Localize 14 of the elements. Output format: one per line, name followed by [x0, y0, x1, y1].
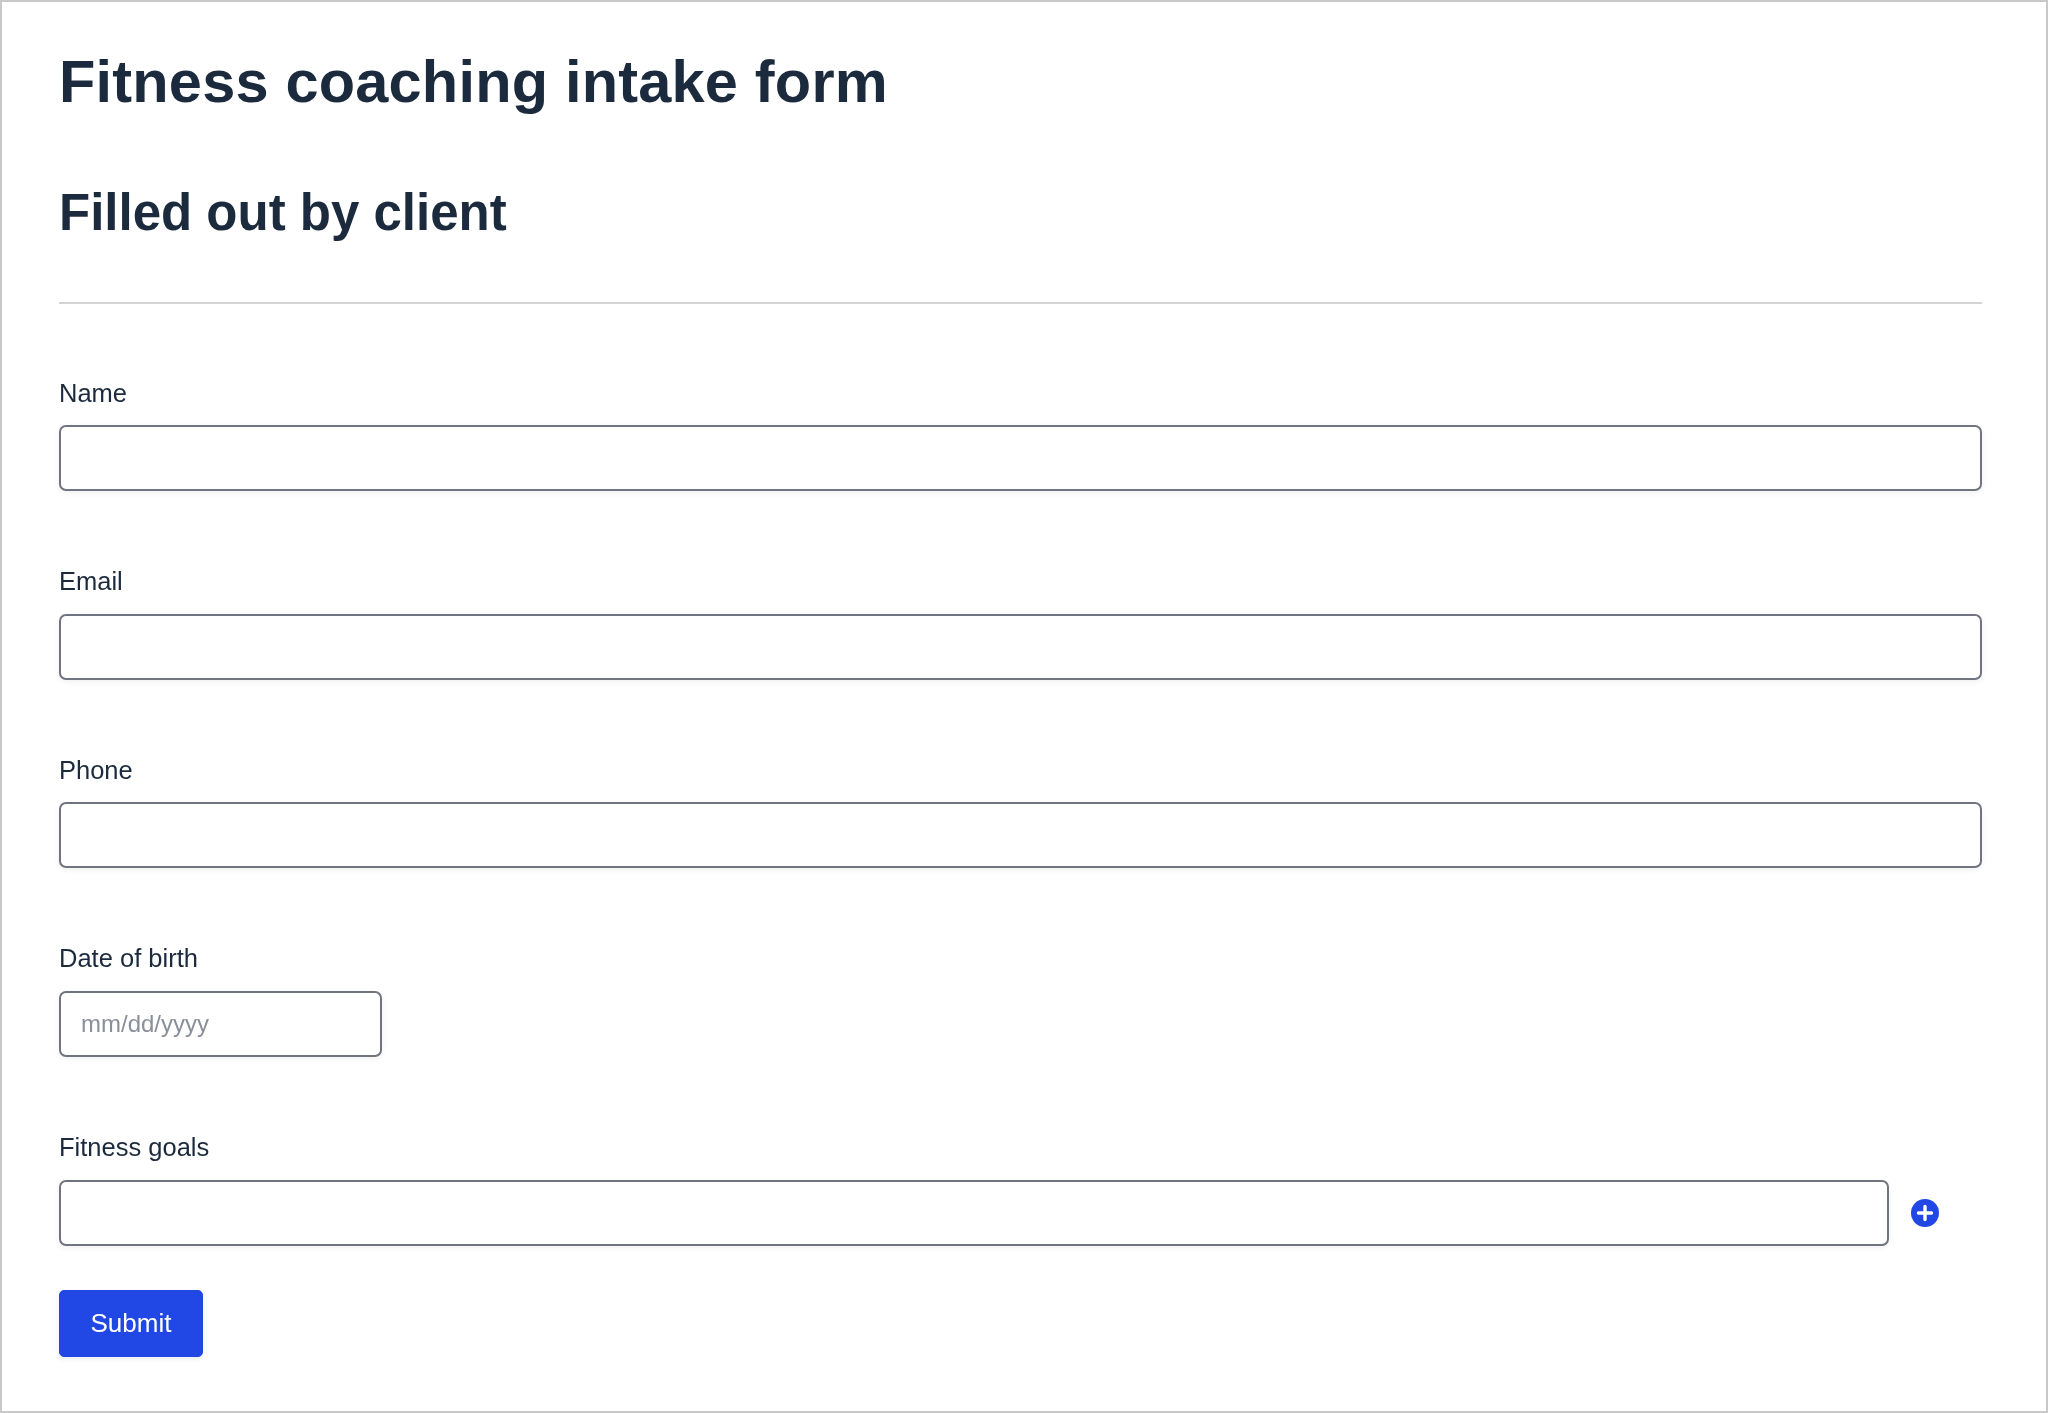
input-field[interactable]: [59, 613, 1982, 680]
field-label: Fitness goals: [59, 1131, 211, 1163]
input-field[interactable]: [59, 802, 1982, 869]
section-heading: Filled out by client: [59, 183, 508, 244]
date-field[interactable]: mm/dd/yyyy: [59, 990, 382, 1057]
field-label: Phone: [59, 754, 134, 786]
submit-button[interactable]: Submit: [59, 1289, 203, 1357]
field-label: Date of birth: [59, 943, 199, 974]
field-label: Name: [59, 377, 129, 409]
page-title: Fitness coaching intake form: [59, 47, 889, 117]
field-label: Email: [59, 566, 124, 597]
input-field[interactable]: [59, 1179, 1889, 1246]
add-icon[interactable]: [1911, 1198, 1939, 1227]
input-field[interactable]: [59, 425, 1982, 492]
